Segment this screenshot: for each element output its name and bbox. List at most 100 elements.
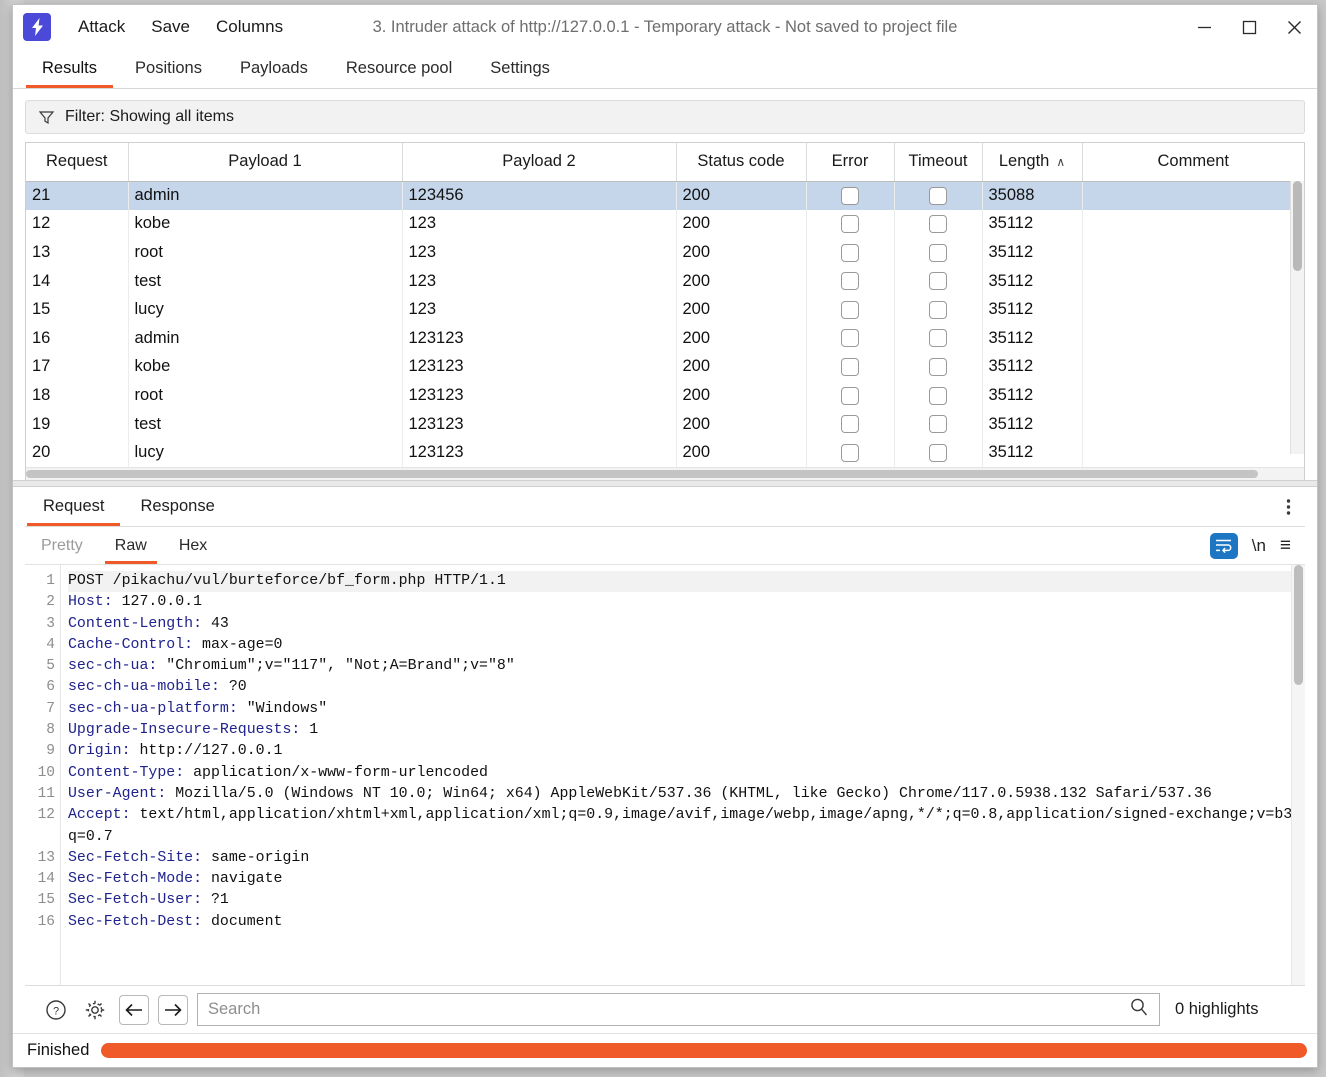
tab-results[interactable]: Results [23, 49, 116, 88]
view-tab-pretty[interactable]: Pretty [25, 527, 99, 564]
filter-bar[interactable]: Filter: Showing all items [25, 100, 1305, 134]
results-table-container: Request Payload 1 Payload 2 Status code … [25, 142, 1305, 480]
code-line: sec-ch-ua: "Chromium";v="117", "Not;A=Br… [68, 658, 515, 675]
results-vertical-scrollbar-thumb[interactable] [1293, 181, 1302, 271]
request-raw-text[interactable]: POST /pikachu/vul/burteforce/bf_form.php… [61, 565, 1305, 985]
results-table-scroll[interactable]: Request Payload 1 Payload 2 Status code … [26, 143, 1304, 467]
table-row[interactable]: 19 test 123123 200 35112 [26, 409, 1304, 439]
error-checkbox[interactable] [841, 272, 859, 291]
kebab-menu-icon[interactable] [1272, 487, 1305, 526]
timeout-checkbox[interactable] [929, 443, 947, 462]
timeout-checkbox[interactable] [929, 215, 947, 234]
error-checkbox[interactable] [841, 443, 859, 462]
desktop-background: Attack Save Columns 3. Intruder attack o… [0, 0, 1326, 1077]
cell-comment [1082, 238, 1304, 267]
tab-response[interactable]: Response [122, 487, 232, 526]
results-horizontal-scrollbar[interactable] [26, 467, 1304, 480]
tab-settings[interactable]: Settings [471, 49, 569, 88]
cell-error [806, 238, 895, 267]
timeout-checkbox[interactable] [929, 358, 947, 376]
error-checkbox[interactable] [841, 186, 859, 205]
table-row[interactable]: 15 lucy 123 200 35112 [26, 295, 1304, 324]
menu-attack[interactable]: Attack [65, 13, 138, 41]
error-checkbox[interactable] [841, 386, 859, 405]
tab-resource-pool[interactable]: Resource pool [327, 49, 471, 88]
search-input-wrapper[interactable] [197, 993, 1160, 1026]
timeout-checkbox[interactable] [929, 272, 947, 291]
code-line: Origin: http://127.0.0.1 [68, 743, 283, 760]
column-header-payload1[interactable]: Payload 1 [128, 143, 403, 182]
table-row[interactable]: 20 lucy 123123 200 35112 [26, 438, 1304, 467]
error-checkbox[interactable] [841, 243, 859, 262]
code-line: Host: 127.0.0.1 [68, 594, 203, 611]
table-row[interactable]: 17 kobe 123123 200 35112 [26, 352, 1304, 382]
error-checkbox[interactable] [841, 300, 859, 319]
minimize-icon[interactable] [1182, 5, 1227, 49]
code-line: Sec-Fetch-User: ?1 [68, 892, 229, 909]
column-header-error[interactable]: Error [806, 143, 895, 182]
burp-intruder-window: Attack Save Columns 3. Intruder attack o… [12, 4, 1318, 1068]
column-header-request[interactable]: Request [26, 143, 129, 182]
results-horizontal-scrollbar-thumb[interactable] [26, 470, 1258, 478]
search-input[interactable] [208, 1000, 1129, 1019]
column-header-length[interactable]: Length ∧ [982, 143, 1083, 182]
help-icon[interactable]: ? [41, 994, 71, 1025]
cell-payload2: 123123 [402, 409, 677, 439]
menu-save[interactable]: Save [138, 13, 203, 41]
arrow-left-icon[interactable] [119, 994, 149, 1025]
tab-positions[interactable]: Positions [116, 49, 221, 88]
table-row[interactable]: 16 admin 123123 200 35112 [26, 323, 1304, 353]
cell-status-code: 200 [676, 295, 807, 324]
cell-timeout [894, 238, 983, 267]
cell-payload1: test [128, 409, 403, 439]
table-row[interactable]: 21 admin 123456 200 35088 [26, 181, 1304, 210]
line-number: 12 [37, 807, 55, 824]
error-checkbox[interactable] [841, 329, 859, 348]
error-checkbox[interactable] [841, 358, 859, 376]
magnifier-icon[interactable] [1129, 997, 1149, 1022]
table-row[interactable]: 18 root 123123 200 35112 [26, 381, 1304, 410]
column-header-status[interactable]: Status code [676, 143, 807, 182]
view-tab-raw[interactable]: Raw [99, 527, 163, 564]
editor-vertical-scrollbar-thumb[interactable] [1294, 565, 1303, 685]
timeout-checkbox[interactable] [929, 329, 947, 348]
cell-payload1: lucy [128, 295, 403, 324]
gear-icon[interactable] [80, 994, 110, 1025]
maximize-icon[interactable] [1227, 5, 1272, 49]
request-editor[interactable]: 1 2 3 4 5 6 7 8 9 10 11 12 13 14 15 16 POST /pikachu/vu… [25, 565, 1305, 985]
error-checkbox[interactable] [841, 215, 859, 234]
cell-status-code: 200 [676, 352, 807, 382]
cell-status-code: 200 [676, 209, 807, 239]
hamburger-menu-icon[interactable]: ≡ [1280, 535, 1291, 557]
error-checkbox[interactable] [841, 415, 859, 434]
newline-icon[interactable]: \n [1252, 536, 1266, 556]
tab-request[interactable]: Request [25, 487, 122, 526]
word-wrap-icon[interactable] [1209, 532, 1238, 559]
cell-timeout [894, 352, 983, 382]
code-line: POST /pikachu/vul/burteforce/bf_form.php… [68, 571, 1305, 593]
timeout-checkbox[interactable] [929, 186, 947, 205]
cell-error [806, 323, 895, 353]
table-row[interactable]: 14 test 123 200 35112 [26, 266, 1304, 296]
table-row[interactable]: 13 root 123 200 35112 [26, 238, 1304, 267]
results-vertical-scrollbar[interactable] [1290, 181, 1304, 454]
cell-payload2: 123456 [402, 181, 677, 210]
column-header-payload2[interactable]: Payload 2 [402, 143, 677, 182]
close-icon[interactable] [1272, 5, 1317, 49]
tab-payloads[interactable]: Payloads [221, 49, 327, 88]
timeout-checkbox[interactable] [929, 243, 947, 262]
table-row[interactable]: 12 kobe 123 200 35112 [26, 209, 1304, 239]
line-number: 10 [37, 764, 55, 781]
panel-splitter[interactable] [13, 480, 1317, 487]
cell-payload2: 123123 [402, 323, 677, 353]
timeout-checkbox[interactable] [929, 415, 947, 434]
column-header-comment[interactable]: Comment [1082, 143, 1304, 182]
column-header-timeout[interactable]: Timeout [894, 143, 983, 182]
timeout-checkbox[interactable] [929, 386, 947, 405]
line-number: 8 [46, 722, 55, 739]
arrow-right-icon[interactable] [158, 994, 188, 1025]
view-tab-hex[interactable]: Hex [163, 527, 223, 564]
timeout-checkbox[interactable] [929, 300, 947, 319]
menu-columns[interactable]: Columns [203, 13, 296, 41]
editor-vertical-scrollbar[interactable] [1291, 565, 1305, 985]
